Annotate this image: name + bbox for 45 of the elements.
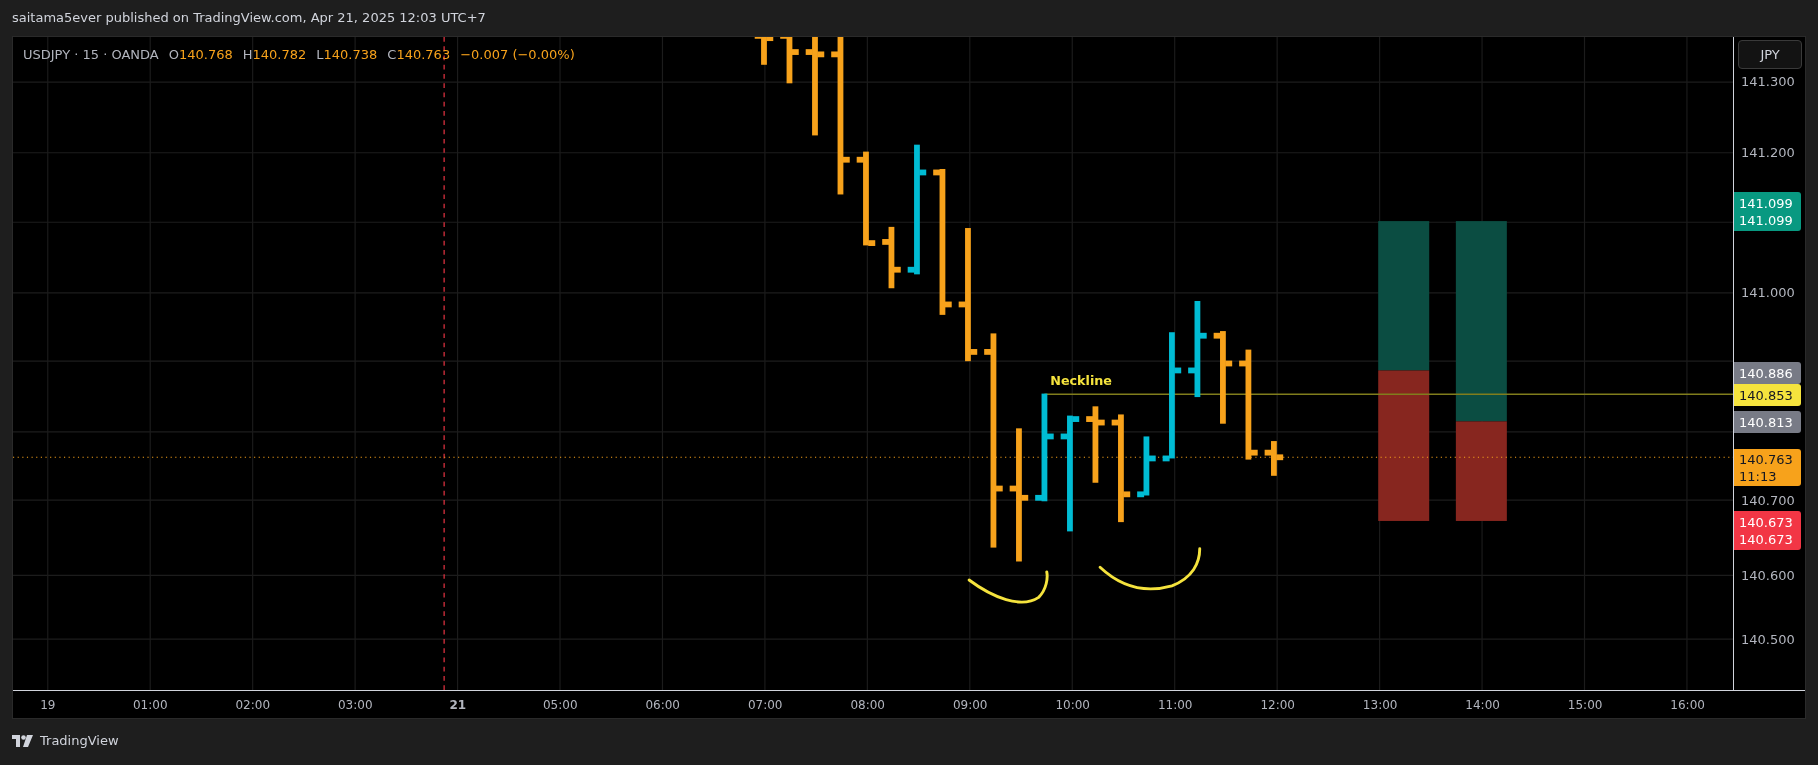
ohlc-value: L140.738	[316, 46, 378, 64]
time-label: 11:00	[1156, 697, 1194, 714]
price-tag: 140.813	[1734, 411, 1802, 433]
time-label: 19	[39, 697, 57, 714]
publish-info: saitama5ever published on TradingView.com, Apr 21, 2025 12:03 UTC+7	[12, 9, 486, 28]
price-label: 141.000	[1741, 285, 1795, 301]
time-label: 14:00	[1464, 697, 1501, 714]
time-label: 07:00	[746, 697, 784, 714]
price-tag: 140.853	[1734, 384, 1802, 406]
brand-name: TradingView	[40, 732, 119, 751]
time-label: 10:00	[1054, 697, 1091, 714]
price-label: 140.600	[1741, 568, 1795, 584]
change-value: −0.007 (−0.00%)	[460, 46, 575, 64]
time-label: 06:00	[644, 697, 681, 714]
ohlc-bar	[780, 37, 799, 84]
ohlc-value: H140.782	[242, 46, 307, 64]
ohlc-bar	[1137, 436, 1156, 498]
ohlc-value: C140.763	[387, 46, 451, 64]
price-tag: 140.673 140.673	[1734, 511, 1802, 550]
price-label: 140.500	[1741, 632, 1795, 648]
time-label: 15:00	[1566, 697, 1604, 714]
time-label: 02:00	[234, 697, 272, 714]
annotation-label: Neckline	[1050, 373, 1112, 389]
price-label: 140.700	[1741, 493, 1795, 509]
time-label: 01:00	[131, 697, 169, 714]
price-tag: 140.886	[1734, 362, 1802, 384]
ohlc-bar	[1264, 441, 1284, 476]
ohlc-bar	[754, 37, 774, 65]
time-label: 09:00	[951, 697, 989, 714]
time-label: 05:00	[541, 697, 579, 714]
price-tag: 140.763 11:13	[1734, 449, 1802, 486]
time-label: 21	[448, 697, 468, 714]
price-tag: 141.099 141.099	[1734, 192, 1802, 231]
ohlc-value: O140.768	[168, 46, 233, 64]
currency-button[interactable]: JPY	[1738, 40, 1803, 69]
price-label: 141.300	[1741, 74, 1795, 90]
price-label: 141.200	[1741, 145, 1795, 161]
time-label: 13:00	[1361, 697, 1399, 714]
time-label: 16:00	[1669, 697, 1706, 714]
time-label: 03:00	[336, 697, 374, 714]
ohlc-bar	[882, 226, 901, 289]
time-label: 12:00	[1259, 697, 1296, 714]
time-label: 08:00	[849, 697, 886, 714]
logo-icon	[12, 735, 34, 747]
symbol-label: USDJPY · 15 · OANDA	[23, 46, 159, 64]
